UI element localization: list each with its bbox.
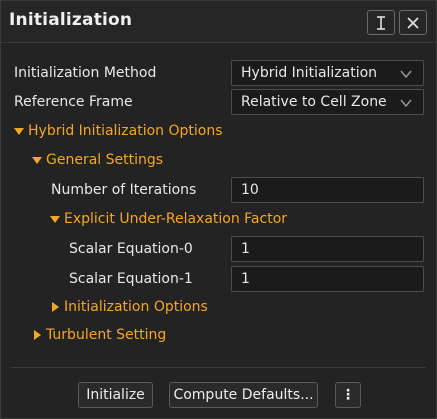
scalar0-row: Scalar Equation-0 [69, 236, 193, 262]
general-settings-section[interactable]: General Settings [32, 147, 163, 173]
scalar1-value: 1 [241, 271, 250, 287]
num-iterations-label: Number of Iterations [51, 182, 197, 198]
init-method-row: Initialization Method [14, 60, 156, 86]
initialize-button-label: Initialize [86, 387, 145, 403]
more-options-icon: ⋮ [341, 387, 355, 403]
init-options-label: Initialization Options [64, 299, 208, 315]
compute-defaults-button-label: Compute Defaults... [173, 387, 314, 403]
scalar0-value: 1 [241, 241, 250, 257]
turbulent-setting-label: Turbulent Setting [46, 327, 167, 343]
reference-frame-select[interactable]: Relative to Cell Zone [231, 89, 424, 115]
init-method-value: Hybrid Initialization [241, 65, 378, 81]
caret-right-icon [52, 302, 59, 312]
compute-defaults-button[interactable]: Compute Defaults... [169, 382, 318, 408]
footer-divider [11, 367, 426, 368]
init-method-label: Initialization Method [14, 65, 157, 81]
scalar1-input[interactable]: 1 [231, 266, 424, 292]
close-button[interactable] [399, 10, 427, 35]
close-icon [407, 16, 419, 29]
explicit-urf-label: Explicit Under-Relaxation Factor [64, 211, 288, 227]
scalar0-input[interactable]: 1 [231, 236, 424, 262]
caret-down-icon [14, 127, 24, 135]
num-iterations-row: Number of Iterations [51, 177, 196, 203]
chevron-down-icon [400, 99, 412, 108]
num-iterations-value: 10 [241, 182, 259, 198]
hybrid-options-section[interactable]: Hybrid Initialization Options [14, 118, 223, 144]
reference-frame-value: Relative to Cell Zone [241, 94, 387, 110]
reference-frame-row: Reference Frame [14, 89, 133, 115]
initialization-panel: Initialization Initialization Method Hyb… [0, 0, 437, 419]
initialize-button[interactable]: Initialize [78, 382, 153, 408]
scalar0-label: Scalar Equation-0 [69, 241, 193, 257]
init-options-section[interactable]: Initialization Options [50, 294, 208, 320]
scalar1-label: Scalar Equation-1 [69, 271, 193, 287]
num-iterations-input[interactable]: 10 [231, 177, 424, 203]
panel-title: Initialization [9, 10, 133, 30]
title-bar: Initialization [1, 1, 436, 43]
text-cursor-icon [377, 15, 385, 30]
caret-right-icon [34, 330, 41, 340]
turbulent-setting-section[interactable]: Turbulent Setting [32, 322, 166, 348]
caret-down-icon [50, 215, 60, 223]
general-settings-label: General Settings [46, 152, 164, 168]
hybrid-options-label: Hybrid Initialization Options [28, 123, 223, 139]
init-method-select[interactable]: Hybrid Initialization [231, 60, 424, 86]
caret-down-icon [32, 156, 42, 164]
explicit-urf-section[interactable]: Explicit Under-Relaxation Factor [50, 206, 287, 232]
pin-button[interactable] [367, 10, 395, 35]
more-options-button[interactable]: ⋮ [335, 382, 361, 408]
scalar1-row: Scalar Equation-1 [69, 266, 193, 292]
chevron-down-icon [400, 70, 412, 79]
reference-frame-label: Reference Frame [14, 94, 133, 110]
